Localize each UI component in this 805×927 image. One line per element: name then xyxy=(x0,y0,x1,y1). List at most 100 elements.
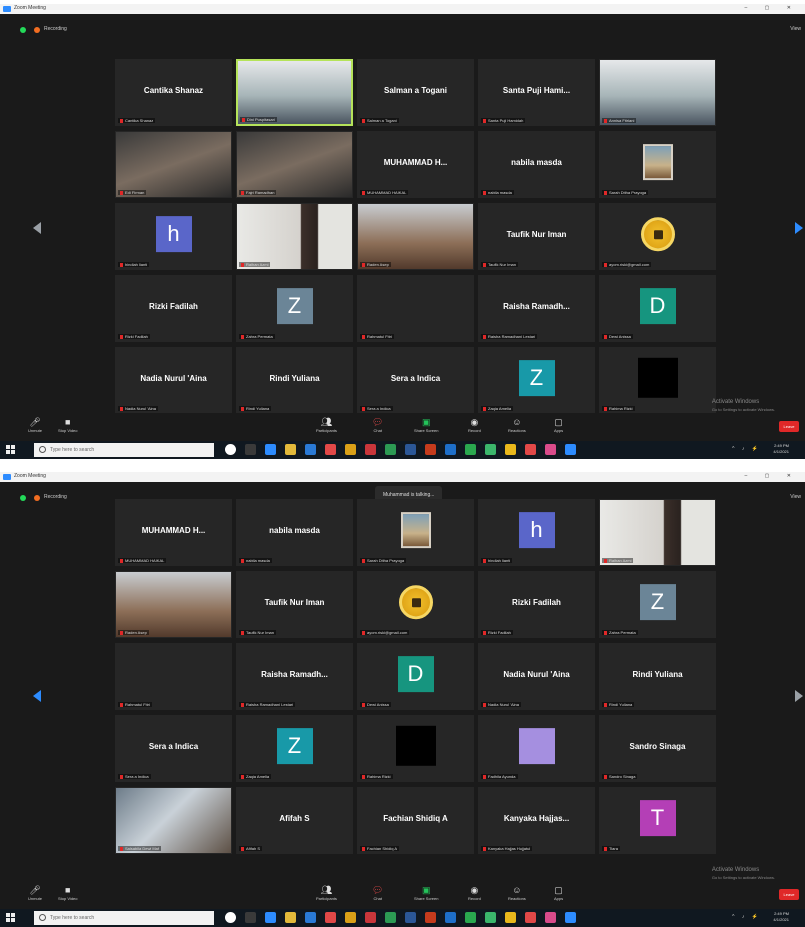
participant-tile[interactable]: Nadia Nurul 'Aina Nadia Nurul 'Aina xyxy=(478,643,595,710)
mute-button[interactable]: 🎤︎ Unmute xyxy=(28,416,42,433)
participant-tile[interactable]: D Dewi Anissa xyxy=(599,275,716,342)
participant-tile[interactable]: h hindiah lianti xyxy=(115,203,232,270)
excel-icon[interactable] xyxy=(485,912,496,923)
app-icon-pink[interactable] xyxy=(545,444,556,455)
apps-button[interactable]: ▢ Apps xyxy=(554,416,563,433)
participant-tile[interactable]: Sandro Sinaga Sandro Sinaga xyxy=(599,715,716,782)
previous-page-arrow-icon[interactable] xyxy=(33,222,41,234)
participant-tile[interactable]: Rahima Rizki xyxy=(599,347,716,414)
cortana-icon[interactable] xyxy=(225,444,236,455)
store-icon[interactable] xyxy=(305,444,316,455)
participant-tile[interactable]: Dini Puspitasari xyxy=(236,59,353,126)
apps-button[interactable]: ▢ Apps xyxy=(554,884,563,901)
app-icon-gold[interactable] xyxy=(505,912,516,923)
app-icon-gold[interactable] xyxy=(505,444,516,455)
participant-tile[interactable]: MUHAMMAD H... MUHAMMAD HAIKAL xyxy=(115,499,232,566)
participant-tile[interactable]: Afifah S Afifah S xyxy=(236,787,353,854)
participant-tile[interactable]: Fachian Shidiq A Fachian Shidiq A xyxy=(357,787,474,854)
chrome-icon[interactable] xyxy=(465,912,476,923)
participant-tile[interactable]: nabila masda nabila masda xyxy=(478,131,595,198)
cortana-icon[interactable] xyxy=(225,912,236,923)
app-icon-red[interactable] xyxy=(325,444,336,455)
app-icon-pink[interactable] xyxy=(545,912,556,923)
participant-tile[interactable]: Salman a Togani Salman a Togani xyxy=(357,59,474,126)
powerpoint-icon[interactable] xyxy=(425,444,436,455)
participant-tile[interactable]: Rizki Fadilah Rizki Fadilah xyxy=(478,571,595,638)
mute-button[interactable]: 🎤︎ Unmute xyxy=(28,884,42,901)
chat-button[interactable]: 💬︎ Chat xyxy=(372,416,383,433)
system-tray[interactable]: ^ ♪ ⚡ xyxy=(732,914,761,920)
participant-tile[interactable]: Raihan Azmi xyxy=(236,203,353,270)
participant-tile[interactable]: Z Zaqia Amelia xyxy=(236,715,353,782)
edge-icon[interactable] xyxy=(265,912,276,923)
participant-tile[interactable]: MUHAMMAD H... MUHAMMAD HAIKAL xyxy=(357,131,474,198)
participant-tile[interactable]: Cantika Shanaz Cantika Shanaz xyxy=(115,59,232,126)
chat-button[interactable]: 💬︎ Chat xyxy=(372,884,383,901)
reactions-button[interactable]: ☺ Reactions xyxy=(508,884,526,901)
windows-start-icon[interactable] xyxy=(6,913,16,923)
window-controls[interactable]: – ▢ ✕ xyxy=(745,473,799,479)
participant-tile[interactable]: ayom.riski@gmail.com xyxy=(599,203,716,270)
app-icon-blue[interactable] xyxy=(445,912,456,923)
participants-button[interactable]: 👥︎ Participants xyxy=(316,884,337,901)
participant-tile[interactable]: T Tiara xyxy=(599,787,716,854)
pdf-icon[interactable] xyxy=(525,444,536,455)
shield-icon[interactable] xyxy=(20,27,26,33)
word-icon[interactable] xyxy=(405,444,416,455)
participant-tile[interactable]: Fajri Ramadhan xyxy=(236,131,353,198)
share-screen-button[interactable]: ▣ Share Screen xyxy=(414,416,438,433)
share-screen-button[interactable]: ▣ Share Screen xyxy=(414,884,438,901)
app-icon-red[interactable] xyxy=(325,912,336,923)
participant-tile[interactable]: Rindi Yuliana Rindi Yuliana xyxy=(236,347,353,414)
system-tray[interactable]: ^ ♪ ⚡ xyxy=(732,446,761,452)
participant-tile[interactable]: Sarah Ditha Prayoga xyxy=(357,499,474,566)
leave-button[interactable]: Leave xyxy=(779,421,799,432)
record-button[interactable]: ◉ Record xyxy=(468,416,481,433)
participant-tile[interactable]: Sera a Indica Sera a Indica xyxy=(357,347,474,414)
window-controls[interactable]: – ▢ ✕ xyxy=(745,5,799,11)
participant-tile[interactable]: D Dewi Anissa xyxy=(357,643,474,710)
participant-tile[interactable]: Rizki Fadilah Rizki Fadilah xyxy=(115,275,232,342)
app-icon-yellow[interactable] xyxy=(345,912,356,923)
next-page-arrow-icon[interactable] xyxy=(795,222,803,234)
windows-start-icon[interactable] xyxy=(6,445,16,455)
participant-tile[interactable]: Fadhila Ayunda xyxy=(478,715,595,782)
task-view-icon[interactable] xyxy=(245,912,256,923)
taskbar-clock[interactable]: 2:49 PM 4/1/2021 xyxy=(773,443,789,455)
app-icon-blue[interactable] xyxy=(445,444,456,455)
app-icon-red2[interactable] xyxy=(365,444,376,455)
participant-tile[interactable]: Sarah Ditha Prayoga xyxy=(599,131,716,198)
participant-tile[interactable]: Taufik Nur Iman Taufik Nur Iman xyxy=(478,203,595,270)
participant-tile[interactable]: Rahima Rizki xyxy=(357,715,474,782)
participant-tile[interactable]: Z Zahra Permata xyxy=(236,275,353,342)
participant-tile[interactable]: Z Zaqia Amelia xyxy=(478,347,595,414)
previous-page-arrow-icon[interactable] xyxy=(33,690,41,702)
zoom-taskbar-icon[interactable] xyxy=(565,912,576,923)
participant-tile[interactable]: h hindiah lianti xyxy=(478,499,595,566)
excel-icon[interactable] xyxy=(485,444,496,455)
app-icon-green[interactable] xyxy=(385,912,396,923)
powerpoint-icon[interactable] xyxy=(425,912,436,923)
participant-tile[interactable]: Rahmatul Fitri xyxy=(357,275,474,342)
participant-tile[interactable]: Raihan Azmi xyxy=(599,499,716,566)
video-button[interactable]: ■ Stop Video xyxy=(58,884,78,901)
file-explorer-icon[interactable] xyxy=(285,444,296,455)
participants-button[interactable]: 👥︎ Participants xyxy=(316,416,337,433)
taskbar-search-input[interactable]: Type here to search xyxy=(34,911,214,925)
participant-tile[interactable]: Edi Firman xyxy=(115,131,232,198)
participant-tile[interactable]: Sera a Indica Sera a Indica xyxy=(115,715,232,782)
taskbar-search-input[interactable]: Type here to search xyxy=(34,443,214,457)
participant-tile[interactable]: Rindi Yuliana Rindi Yuliana xyxy=(599,643,716,710)
chrome-icon[interactable] xyxy=(465,444,476,455)
leave-button[interactable]: Leave xyxy=(779,889,799,900)
video-button[interactable]: ■ Stop Video xyxy=(58,416,78,433)
shield-icon[interactable] xyxy=(20,495,26,501)
participant-tile[interactable]: Rahmatul Fitri xyxy=(115,643,232,710)
participant-tile[interactable]: Kanyaka Hajjas... Kanyaka Hajjas Hujjatul xyxy=(478,787,595,854)
participant-tile[interactable]: ayom.riski@gmail.com xyxy=(357,571,474,638)
app-icon-red2[interactable] xyxy=(365,912,376,923)
participant-tile[interactable]: Z Zahra Permata xyxy=(599,571,716,638)
reactions-button[interactable]: ☺ Reactions xyxy=(508,416,526,433)
next-page-arrow-icon[interactable] xyxy=(795,690,803,702)
file-explorer-icon[interactable] xyxy=(285,912,296,923)
